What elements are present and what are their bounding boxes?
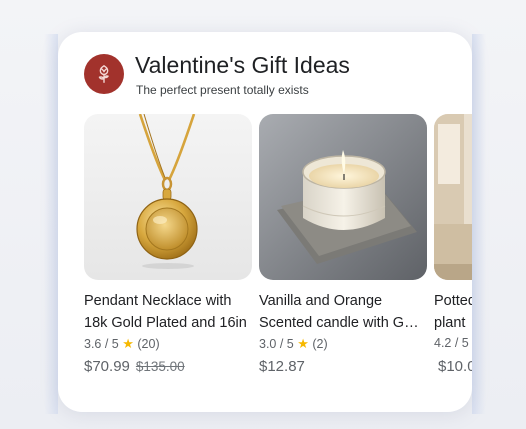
product-name[interactable]: Potted plant — [434, 290, 472, 334]
star-icon: ★ — [122, 336, 134, 351]
original-price: $135.00 — [135, 359, 185, 374]
rose-icon — [84, 54, 124, 94]
product-image-plant[interactable] — [434, 114, 472, 280]
product-name-line-1: Pendant Necklace with — [84, 293, 232, 309]
product-rating: 3.6 / 5 ★ (20) — [84, 336, 160, 352]
product-name-line-2: plant — [434, 315, 466, 331]
product-card-necklace[interactable]: Pendant Necklace with 18k Gold Plated an… — [84, 114, 252, 412]
product-image-necklace[interactable] — [84, 114, 252, 280]
product-name-line-1: Vanilla and Orange — [259, 293, 383, 309]
card-shadow-right — [472, 34, 486, 414]
review-count: (20) — [137, 337, 160, 351]
card-shadow-left — [44, 34, 58, 414]
rating-value: 4.2 / 5 — [434, 336, 469, 350]
product-rating: 3.0 / 5 ★ (2) — [259, 336, 328, 352]
review-count: (2) — [312, 337, 328, 351]
rating-value: 3.6 / 5 — [84, 337, 119, 351]
module-title: Valentine's Gift Ideas — [135, 52, 350, 78]
product-card-candle[interactable]: Vanilla and Orange Scented candle with G… — [259, 114, 427, 412]
product-name-line-1: Potted — [434, 293, 472, 309]
current-price: $10.0 — [438, 358, 472, 375]
product-price: $12.87 — [259, 358, 305, 375]
product-name-line-2: Scented candle with G… — [259, 315, 419, 331]
current-price: $12.87 — [259, 358, 305, 375]
product-name[interactable]: Pendant Necklace with 18k Gold Plated an… — [84, 290, 252, 334]
product-price: $70.99 $135.00 — [84, 358, 185, 375]
product-image-candle[interactable] — [259, 114, 427, 280]
rating-value: 3.0 / 5 — [259, 337, 294, 351]
module-subtitle: The perfect present totally exists — [136, 83, 309, 97]
product-name-line-2: 18k Gold Plated and 16in — [84, 315, 247, 331]
product-rating: 4.2 / 5 — [434, 336, 469, 350]
current-price: $70.99 — [84, 358, 130, 375]
card-header: Valentine's Gift Ideas The perfect prese… — [84, 52, 464, 97]
product-name[interactable]: Vanilla and Orange Scented candle with G… — [259, 290, 427, 334]
product-carousel[interactable]: Pendant Necklace with 18k Gold Plated an… — [84, 114, 472, 412]
product-card-plant[interactable]: Potted plant 4.2 / 5 $10.0 — [434, 114, 472, 412]
product-price: $10.0 — [438, 358, 472, 375]
star-icon: ★ — [297, 336, 309, 351]
gift-ideas-card: Valentine's Gift Ideas The perfect prese… — [58, 32, 472, 412]
